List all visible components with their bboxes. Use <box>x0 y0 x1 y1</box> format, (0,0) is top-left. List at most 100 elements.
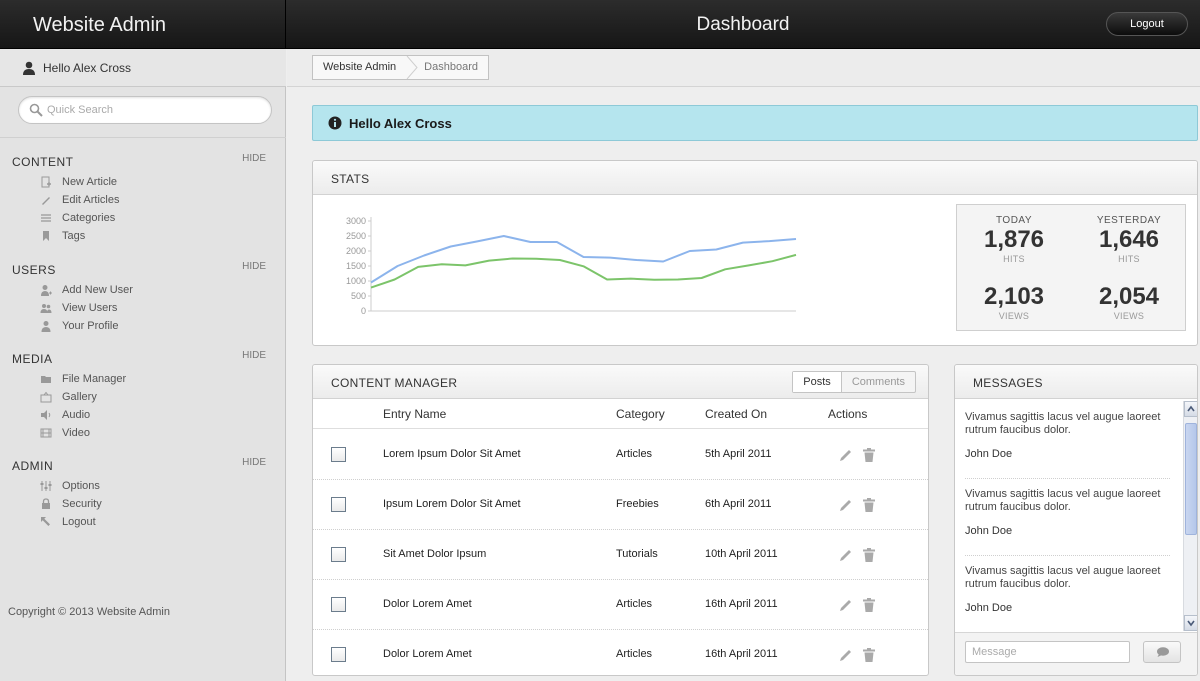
nav-section-users: USERS HIDE Add New User View Users Your … <box>0 261 286 335</box>
hide-toggle[interactable]: HIDE <box>242 350 266 361</box>
message-author[interactable]: John Doe <box>965 525 1165 537</box>
panel-header: STATS <box>313 161 1197 195</box>
trash-icon[interactable] <box>863 648 875 662</box>
sidebar-item-gallery[interactable]: Gallery <box>0 388 286 406</box>
sidebar-item-label: Your Profile <box>62 320 119 332</box>
breadcrumb-item-website-admin[interactable]: Website Admin <box>313 56 406 79</box>
entry-name[interactable]: Sit Amet Dolor Ipsum <box>383 548 486 560</box>
sidebar-item-security[interactable]: Security <box>0 495 286 513</box>
users-icon <box>40 304 52 313</box>
row-checkbox[interactable] <box>331 647 346 662</box>
tab-posts[interactable]: Posts <box>793 372 842 392</box>
message-author[interactable]: John Doe <box>965 448 1165 460</box>
content-tabs: Posts Comments <box>792 371 916 393</box>
message-author[interactable]: John Doe <box>965 602 1165 614</box>
sidebar-item-your-profile[interactable]: Your Profile <box>0 317 286 335</box>
row-checkbox[interactable] <box>331 597 346 612</box>
scroll-up-button[interactable] <box>1184 401 1197 417</box>
trash-icon[interactable] <box>863 448 875 462</box>
row-checkbox[interactable] <box>331 547 346 562</box>
top-bar: Website Admin Dashboard Logout <box>0 0 1200 49</box>
tab-comments[interactable]: Comments <box>842 372 915 392</box>
entry-created-on: 5th April 2011 <box>705 448 772 460</box>
scroll-down-button[interactable] <box>1184 615 1197 631</box>
send-button[interactable] <box>1143 641 1181 663</box>
entry-name[interactable]: Dolor Lorem Amet <box>383 598 472 610</box>
stat-value: 1,876 <box>983 226 1045 253</box>
nav-section-header: CONTENT HIDE <box>0 153 286 173</box>
sidebar-item-file-manager[interactable]: File Manager <box>0 370 286 388</box>
user-icon <box>23 61 35 75</box>
column-header-actions: Actions <box>828 407 868 421</box>
row-checkbox[interactable] <box>331 447 346 462</box>
sidebar-item-categories[interactable]: Categories <box>0 209 286 227</box>
sidebar-item-logout[interactable]: Logout <box>0 513 286 531</box>
hide-toggle[interactable]: HIDE <box>242 153 266 164</box>
sidebar-item-label: Options <box>62 480 100 492</box>
row-checkbox[interactable] <box>331 497 346 512</box>
brand-title[interactable]: Website Admin <box>0 0 286 49</box>
sidebar-item-audio[interactable]: Audio <box>0 406 286 424</box>
table-row: Lorem Ipsum Dolor Sit Amet Articles 5th … <box>313 430 928 480</box>
y-tick-label: 0 <box>361 306 366 316</box>
message-text: Vivamus sagittis lacus vel augue laoreet… <box>965 565 1161 590</box>
message-list[interactable]: Vivamus sagittis lacus vel augue laoreet… <box>955 399 1183 632</box>
entry-created-on: 16th April 2011 <box>705 598 778 610</box>
trash-icon[interactable] <box>863 598 875 612</box>
nav-section-title: ADMIN <box>12 459 54 473</box>
stat-sublabel: HITS <box>1118 254 1140 264</box>
content-manager-panel: CONTENT MANAGER Posts Comments Entry Nam… <box>312 364 929 676</box>
sidebar-item-view-users[interactable]: View Users <box>0 299 286 317</box>
sidebar-item-add-new-user[interactable]: Add New User <box>0 281 286 299</box>
y-tick-label: 1500 <box>346 261 366 271</box>
message-input[interactable] <box>965 641 1130 663</box>
entry-name[interactable]: Dolor Lorem Amet <box>383 648 472 660</box>
pencil-icon[interactable] <box>839 648 853 662</box>
divider <box>965 478 1170 479</box>
hide-toggle[interactable]: HIDE <box>242 457 266 468</box>
sidebar-item-label: Edit Articles <box>62 194 120 206</box>
panel-title: CONTENT MANAGER <box>331 376 458 390</box>
pencil-icon[interactable] <box>839 498 853 512</box>
column-header-created-on[interactable]: Created On <box>705 407 767 421</box>
film-icon <box>40 428 52 438</box>
column-header-category[interactable]: Category <box>616 407 665 421</box>
trash-icon[interactable] <box>863 548 875 562</box>
scroll-thumb[interactable] <box>1185 423 1197 535</box>
stats-summary: TODAY 1,876 HITS YESTERDAY 1,646 HITS 2,… <box>956 204 1186 331</box>
column-header-entry-name[interactable]: Entry Name <box>383 407 446 421</box>
add-user-icon <box>41 285 52 296</box>
logout-button[interactable]: Logout <box>1106 12 1188 36</box>
stat-today-hits: TODAY 1,876 HITS <box>969 215 1059 264</box>
stat-value: 1,646 <box>1098 226 1160 253</box>
nav-section-title: USERS <box>12 263 56 277</box>
entry-category: Articles <box>616 598 653 610</box>
nav-section-title: MEDIA <box>12 352 53 366</box>
copyright-text: Copyright © 2013 Website Admin <box>8 606 170 618</box>
trash-icon[interactable] <box>863 498 875 512</box>
entry-category: Articles <box>616 448 653 460</box>
y-tick-label: 500 <box>351 291 366 301</box>
quick-search[interactable] <box>18 96 272 124</box>
entry-name[interactable]: Lorem Ipsum Dolor Sit Amet <box>383 448 521 460</box>
pencil-icon[interactable] <box>839 548 853 562</box>
sidebar-item-edit-articles[interactable]: Edit Articles <box>0 191 286 209</box>
messages-scrollbar[interactable] <box>1183 401 1197 631</box>
search-input[interactable] <box>47 101 262 119</box>
hide-toggle[interactable]: HIDE <box>242 261 266 272</box>
message-compose <box>955 632 1197 675</box>
sidebar-item-new-article[interactable]: New Article <box>0 173 286 191</box>
entry-category: Articles <box>616 648 653 660</box>
y-tick-label: 2000 <box>346 246 366 256</box>
pencil-icon[interactable] <box>839 448 853 462</box>
y-tick-label: 3000 <box>346 216 366 226</box>
stats-line-chart: 0 500 1000 1500 2000 2500 3000 <box>346 216 797 316</box>
entry-name[interactable]: Ipsum Lorem Dolor Sit Amet <box>383 498 521 510</box>
table-header: Entry Name Category Created On Actions <box>313 399 928 429</box>
sidebar-item-options[interactable]: Options <box>0 477 286 495</box>
pencil-icon[interactable] <box>839 598 853 612</box>
sidebar-item-video[interactable]: Video <box>0 424 286 442</box>
sidebar-item-label: Tags <box>62 230 86 242</box>
table-row: Sit Amet Dolor Ipsum Tutorials 10th Apri… <box>313 530 928 580</box>
sidebar-item-tags[interactable]: Tags <box>0 227 286 245</box>
